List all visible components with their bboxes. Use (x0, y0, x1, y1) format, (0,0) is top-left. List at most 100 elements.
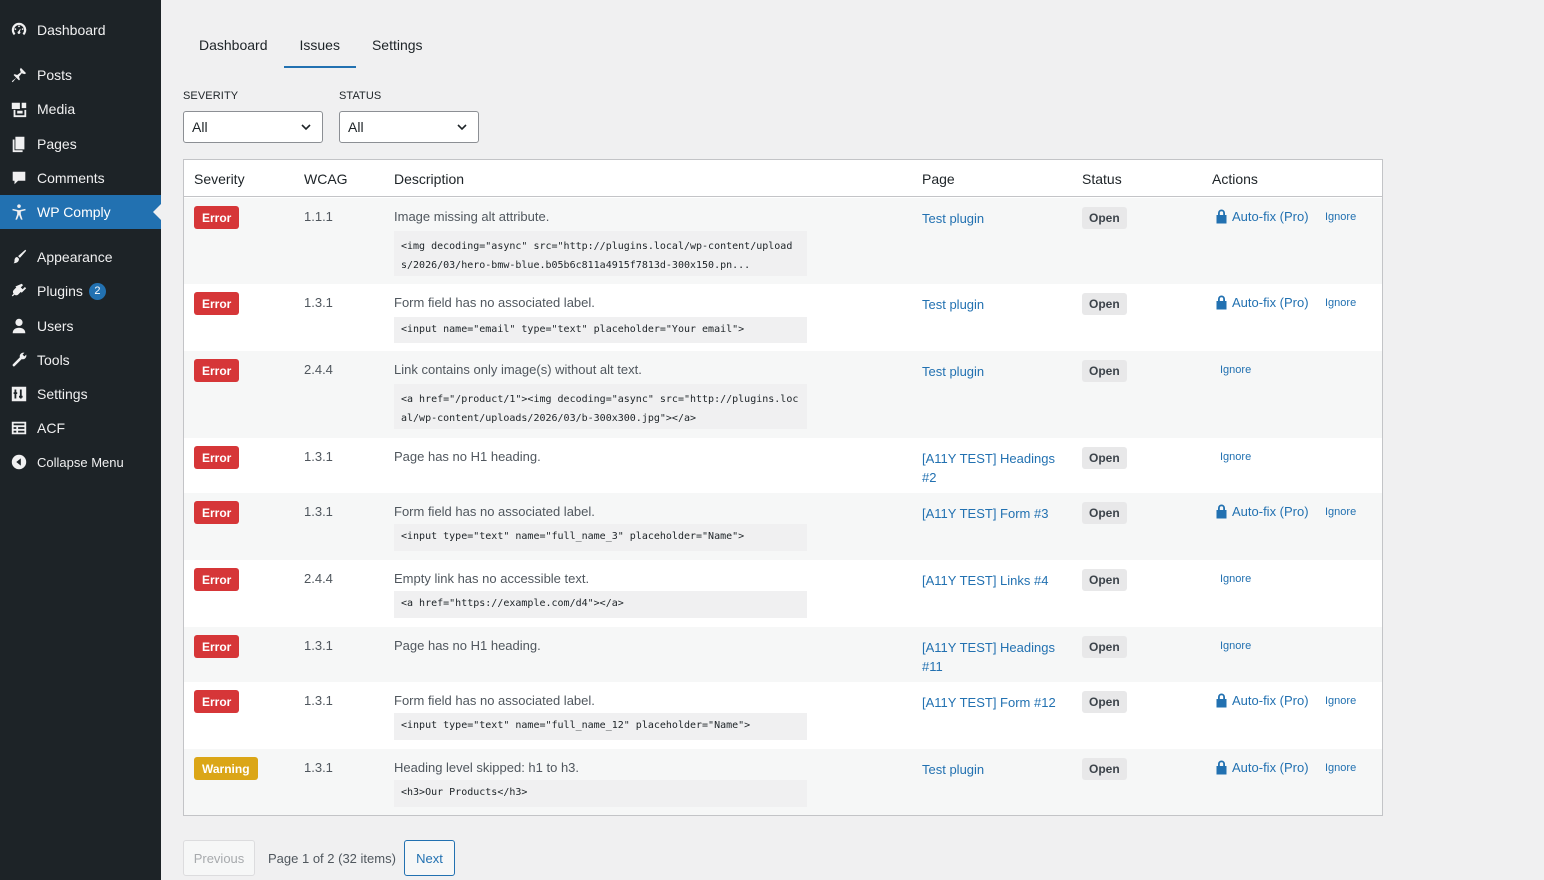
wcag-criterion: 2.4.4 (304, 571, 333, 586)
column-header-page: Page (922, 171, 955, 187)
tab-issues[interactable]: Issues (283, 26, 356, 68)
autofix-label: Auto-fix (Pro) (1232, 692, 1309, 708)
previous-page-button[interactable]: Previous (183, 840, 255, 876)
sidebar-item-label: ACF (37, 420, 65, 436)
autofix-label: Auto-fix (Pro) (1232, 208, 1309, 224)
severity-filter-label: SEVERITY (183, 90, 239, 102)
table-header: Severity WCAG Description Page Status Ac… (184, 160, 1382, 197)
tab-dashboard[interactable]: Dashboard (183, 26, 284, 68)
comments-icon (9, 168, 29, 188)
sidebar-item-label: Posts (37, 67, 73, 83)
brush-icon (9, 247, 29, 267)
collapse-icon (9, 452, 29, 472)
sidebar-item-pages[interactable]: Pages (0, 127, 161, 161)
code-snippet: <a href="https://example.com/d4"></a> (394, 591, 807, 618)
page-link[interactable]: [A11Y TEST] Headings #2 (922, 449, 1062, 487)
sidebar-item-label: Users (37, 318, 74, 334)
column-header-actions: Actions (1212, 171, 1258, 187)
settings-icon (9, 384, 29, 404)
severity-badge: Error (194, 635, 240, 658)
sidebar-item-settings[interactable]: Settings (0, 377, 161, 411)
table-row: Error 1.1.1 Image missing alt attribute.… (184, 198, 1382, 284)
table-row: Error 1.3.1 Page has no H1 heading. [A11… (184, 438, 1382, 493)
admin-sidebar: Dashboard Posts Media Pages Comments WP … (0, 0, 161, 880)
autofix-label: Auto-fix (Pro) (1232, 503, 1309, 519)
table-row: Warning 1.3.1 Heading level skipped: h1 … (184, 749, 1382, 815)
wrench-icon (9, 350, 29, 370)
issue-description: Form field has no associated label. (394, 693, 595, 708)
ignore-button[interactable]: Ignore (1220, 364, 1251, 376)
code-snippet: <a href="/product/1"><img decoding="asyn… (394, 384, 807, 429)
sidebar-item-dashboard[interactable]: Dashboard (0, 13, 161, 47)
sidebar-item-label: Collapse Menu (37, 454, 124, 470)
status-badge: Open (1082, 758, 1127, 780)
lock-icon (1216, 504, 1227, 519)
severity-badge: Error (194, 292, 240, 315)
autofix-button[interactable]: Auto-fix (Pro) (1215, 692, 1309, 708)
ignore-button[interactable]: Ignore (1220, 573, 1251, 585)
autofix-button[interactable]: Auto-fix (Pro) (1215, 759, 1309, 775)
ignore-button[interactable]: Ignore (1220, 451, 1251, 463)
ignore-button[interactable]: Ignore (1220, 640, 1251, 652)
sidebar-item-posts[interactable]: Posts (0, 58, 161, 92)
ignore-button[interactable]: Ignore (1325, 297, 1356, 309)
issue-description: Link contains only image(s) without alt … (394, 362, 642, 377)
autofix-button[interactable]: Auto-fix (Pro) (1215, 294, 1309, 310)
ignore-button[interactable]: Ignore (1325, 506, 1356, 518)
wcag-criterion: 1.3.1 (304, 449, 333, 464)
lock-icon (1216, 760, 1227, 775)
table-row: Error 1.3.1 Form field has no associated… (184, 284, 1382, 351)
collapse-menu-button[interactable]: Collapse Menu (0, 445, 161, 479)
sidebar-item-comments[interactable]: Comments (0, 161, 161, 195)
sidebar-item-users[interactable]: Users (0, 309, 161, 343)
column-header-wcag: WCAG (304, 171, 348, 187)
code-snippet: <img decoding="async" src="http://plugin… (394, 231, 807, 276)
status-select-value: All (348, 119, 364, 135)
sidebar-item-label: Media (37, 101, 76, 117)
table-row: Error 2.4.4 Link contains only image(s) … (184, 351, 1382, 438)
pagination-info: Page 1 of 2 (32 items) (268, 851, 396, 866)
ignore-button[interactable]: Ignore (1325, 762, 1356, 774)
page-link[interactable]: Test plugin (922, 362, 1062, 381)
severity-select[interactable]: All (183, 111, 323, 143)
autofix-button[interactable]: Auto-fix (Pro) (1215, 503, 1309, 519)
page-link[interactable]: Test plugin (922, 209, 1062, 228)
wcag-criterion: 1.3.1 (304, 638, 333, 653)
issue-description: Form field has no associated label. (394, 504, 595, 519)
nav-tabs: Dashboard Issues Settings (183, 26, 439, 68)
page-link[interactable]: [A11Y TEST] Headings #11 (922, 638, 1062, 676)
ignore-button[interactable]: Ignore (1325, 211, 1356, 223)
sidebar-item-tools[interactable]: Tools (0, 343, 161, 377)
column-header-status: Status (1082, 171, 1122, 187)
media-icon (9, 99, 29, 119)
page-link[interactable]: [A11Y TEST] Links #4 (922, 571, 1062, 590)
severity-badge: Error (194, 206, 240, 229)
column-header-severity: Severity (194, 171, 245, 187)
issue-description: Page has no H1 heading. (394, 449, 541, 464)
code-snippet: <h3>Our Products</h3> (394, 780, 807, 807)
acf-icon (9, 418, 29, 438)
issue-description: Form field has no associated label. (394, 295, 595, 310)
wcag-criterion: 1.3.1 (304, 760, 333, 775)
issue-description: Image missing alt attribute. (394, 209, 550, 224)
code-snippet: <input name="email" type="text" placehol… (394, 317, 807, 343)
sidebar-item-appearance[interactable]: Appearance (0, 240, 161, 274)
page-link[interactable]: [A11Y TEST] Form #12 (922, 693, 1062, 712)
sidebar-item-plugins[interactable]: Plugins 2 (0, 274, 161, 308)
ignore-button[interactable]: Ignore (1325, 695, 1356, 707)
pages-icon (9, 134, 29, 154)
status-badge: Open (1082, 569, 1127, 591)
sidebar-item-label: Plugins (37, 283, 83, 299)
autofix-button[interactable]: Auto-fix (Pro) (1215, 208, 1309, 224)
sidebar-item-wp-comply[interactable]: WP Comply (0, 195, 161, 229)
sidebar-item-label: WP Comply (37, 204, 111, 220)
sidebar-item-media[interactable]: Media (0, 92, 161, 126)
status-badge: Open (1082, 360, 1127, 382)
page-link[interactable]: [A11Y TEST] Form #3 (922, 504, 1062, 523)
page-link[interactable]: Test plugin (922, 760, 1062, 779)
status-select[interactable]: All (339, 111, 479, 143)
tab-settings[interactable]: Settings (356, 26, 439, 68)
sidebar-item-acf[interactable]: ACF (0, 411, 161, 445)
page-link[interactable]: Test plugin (922, 295, 1062, 314)
next-page-button[interactable]: Next (404, 840, 455, 876)
